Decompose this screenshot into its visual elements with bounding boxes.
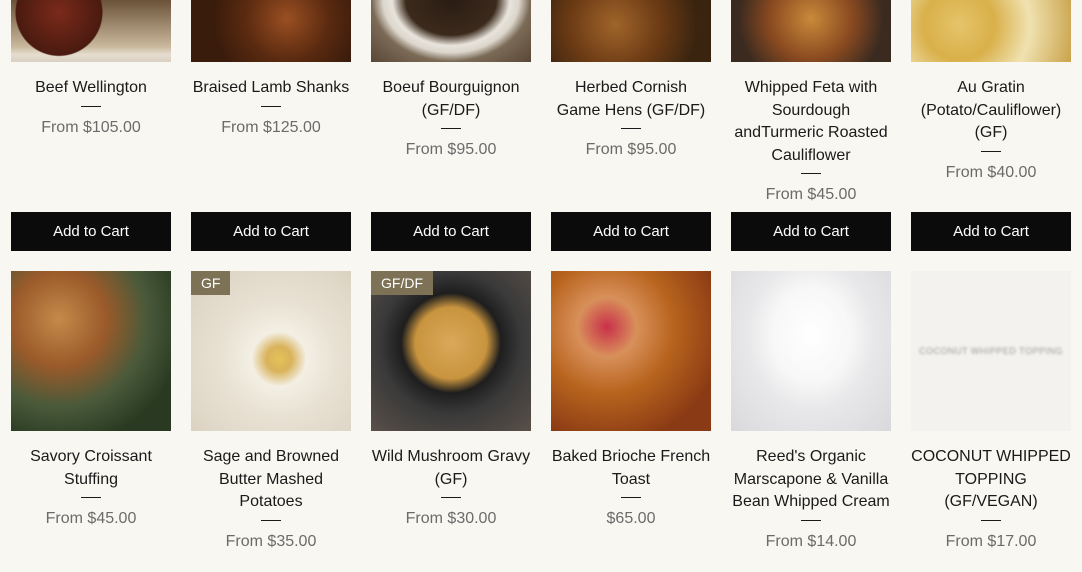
product-price: $65.00 [606,510,656,527]
product-image[interactable] [731,271,891,431]
divider [81,497,101,498]
add-to-cart-button[interactable]: Add to Cart [11,212,171,251]
product-image[interactable] [551,0,711,62]
product-image[interactable] [191,0,351,62]
divider [981,150,1001,152]
product-title[interactable]: Reed's Organic Marscapone & Vanilla Bean… [732,448,889,510]
product-image[interactable] [731,0,891,62]
product-price: From $95.00 [585,141,677,158]
product-image[interactable]: GF/DF [371,271,531,431]
product-title[interactable]: COCONUT WHIPPED TOPPING (GF/VEGAN) [911,448,1071,510]
product-price: From $45.00 [765,186,857,203]
product-title[interactable]: Braised Lamb Shanks [193,79,350,96]
product-image[interactable]: COCONUT WHIPPED TOPPING [911,271,1071,431]
product-title[interactable]: Herbed Cornish Game Hens (GF/DF) [557,79,705,119]
divider [801,519,821,521]
product-title[interactable]: Boeuf Bourguignon (GF/DF) [383,79,520,119]
product-title[interactable]: Baked Brioche French Toast [552,448,710,488]
dietary-badge: GF/DF [371,271,433,295]
add-to-cart-button[interactable]: Add to Cart [731,212,891,251]
product-image[interactable] [551,271,711,431]
divider [981,519,1001,521]
divider [621,128,641,129]
divider [441,497,461,498]
product-title[interactable]: Whipped Feta with Sourdough andTurmeric … [734,79,887,164]
divider [261,519,281,521]
dietary-badge: GF [191,271,231,295]
product-image[interactable] [371,0,531,62]
add-to-cart-button[interactable]: Add to Cart [551,212,711,251]
product-image[interactable] [911,0,1071,62]
product-price: From $45.00 [45,510,137,527]
product-price: From $14.00 [765,532,857,550]
product-title[interactable]: Sage and Browned Butter Mashed Potatoes [203,448,339,510]
product-price: From $105.00 [41,118,141,136]
divider [261,105,281,107]
product-image[interactable] [11,271,171,431]
divider [801,173,821,174]
product-image[interactable]: GF [191,271,351,431]
product-price: From $35.00 [225,532,317,550]
product-title[interactable]: Beef Wellington [35,79,147,96]
divider [441,128,461,129]
add-to-cart-button[interactable]: Add to Cart [191,212,351,251]
product-image[interactable] [11,0,171,62]
product-title[interactable]: Savory Croissant Stuffing [30,448,152,488]
product-title[interactable]: Wild Mushroom Gravy (GF) [372,448,530,488]
product-price: From $17.00 [945,532,1037,550]
product-title[interactable]: Au Gratin (Potato/Cauliflower) (GF) [921,79,1062,141]
add-to-cart-button[interactable]: Add to Cart [911,212,1071,251]
product-price: From $30.00 [405,510,497,527]
product-price: From $40.00 [945,163,1037,181]
product-price: From $95.00 [405,141,497,158]
image-placeholder-text: COCONUT WHIPPED TOPPING [918,345,1064,356]
product-price: From $125.00 [221,118,321,136]
add-to-cart-button[interactable]: Add to Cart [371,212,531,251]
divider [621,497,641,498]
divider [81,105,101,107]
